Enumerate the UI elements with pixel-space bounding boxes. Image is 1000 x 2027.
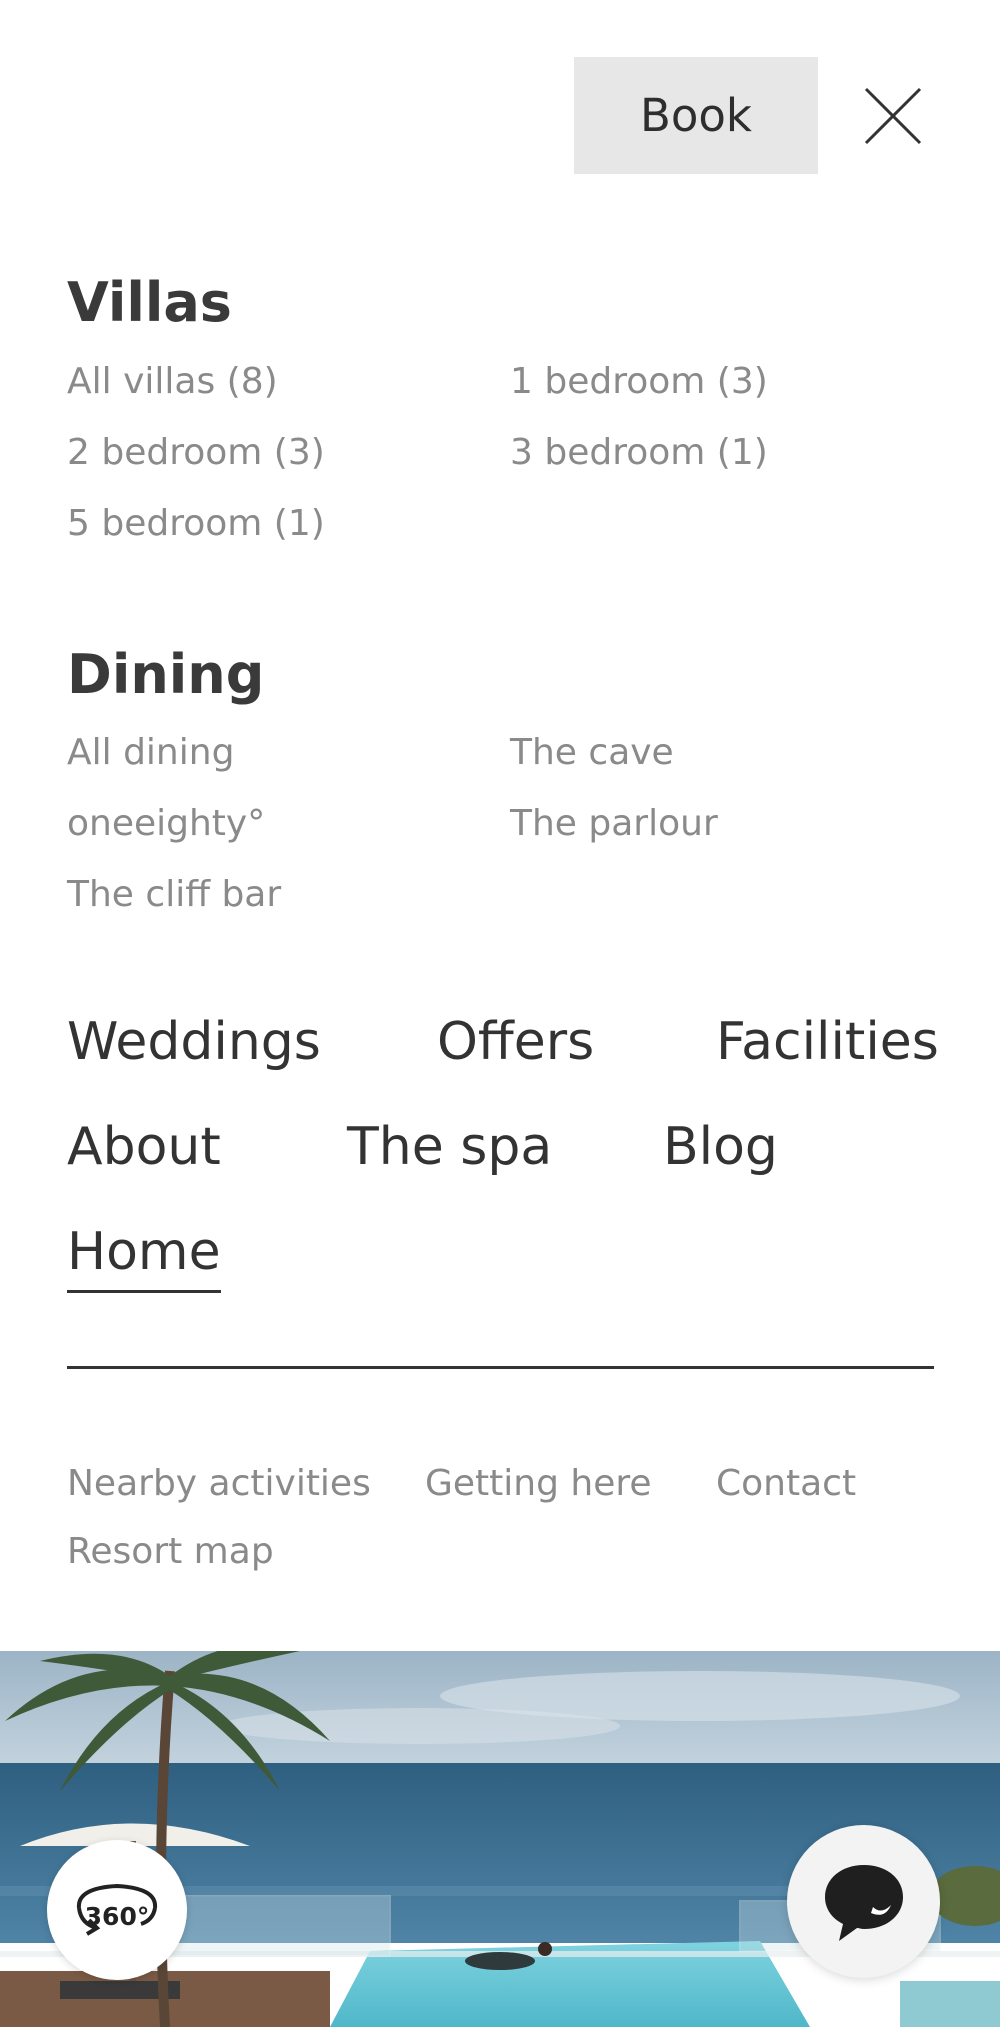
dining-link-oneeighty[interactable]: oneeighty° xyxy=(67,806,265,842)
footer-contact[interactable]: Contact xyxy=(716,1466,856,1502)
nav-blog[interactable]: Blog xyxy=(663,1121,778,1173)
villas-heading: Villas xyxy=(67,271,232,334)
chat-button[interactable] xyxy=(787,1825,940,1978)
nav-weddings[interactable]: Weddings xyxy=(67,1016,321,1068)
nav-home-active[interactable]: Home xyxy=(67,1226,221,1293)
footer-nearby-activities[interactable]: Nearby activities xyxy=(67,1466,371,1502)
dining-link-cliff-bar[interactable]: The cliff bar xyxy=(67,877,281,913)
nav-offers[interactable]: Offers xyxy=(437,1016,594,1068)
dining-link-the-parlour[interactable]: The parlour xyxy=(510,806,718,842)
book-button[interactable]: Book xyxy=(574,57,818,174)
villas-link-5-bedroom[interactable]: 5 bedroom (1) xyxy=(67,506,325,542)
view-360-button[interactable]: 360° xyxy=(47,1840,187,1980)
villas-link-all[interactable]: All villas (8) xyxy=(67,364,278,400)
dining-heading: Dining xyxy=(67,643,265,706)
nav-about[interactable]: About xyxy=(67,1121,221,1173)
nav-facilities[interactable]: Facilities xyxy=(716,1016,939,1068)
nav-the-spa[interactable]: The spa xyxy=(347,1121,552,1173)
villas-link-2-bedroom[interactable]: 2 bedroom (3) xyxy=(67,435,325,471)
nav-divider xyxy=(67,1366,934,1369)
dining-link-the-cave[interactable]: The cave xyxy=(510,735,674,771)
footer-resort-map[interactable]: Resort map xyxy=(67,1534,274,1570)
close-icon[interactable] xyxy=(863,86,923,146)
view-360-label: 360° xyxy=(84,1902,150,1931)
dining-link-all[interactable]: All dining xyxy=(67,735,234,771)
villas-link-1-bedroom[interactable]: 1 bedroom (3) xyxy=(510,364,768,400)
villas-link-3-bedroom[interactable]: 3 bedroom (1) xyxy=(510,435,768,471)
footer-getting-here[interactable]: Getting here xyxy=(425,1466,652,1502)
chat-bubble-icon xyxy=(824,1864,903,1941)
